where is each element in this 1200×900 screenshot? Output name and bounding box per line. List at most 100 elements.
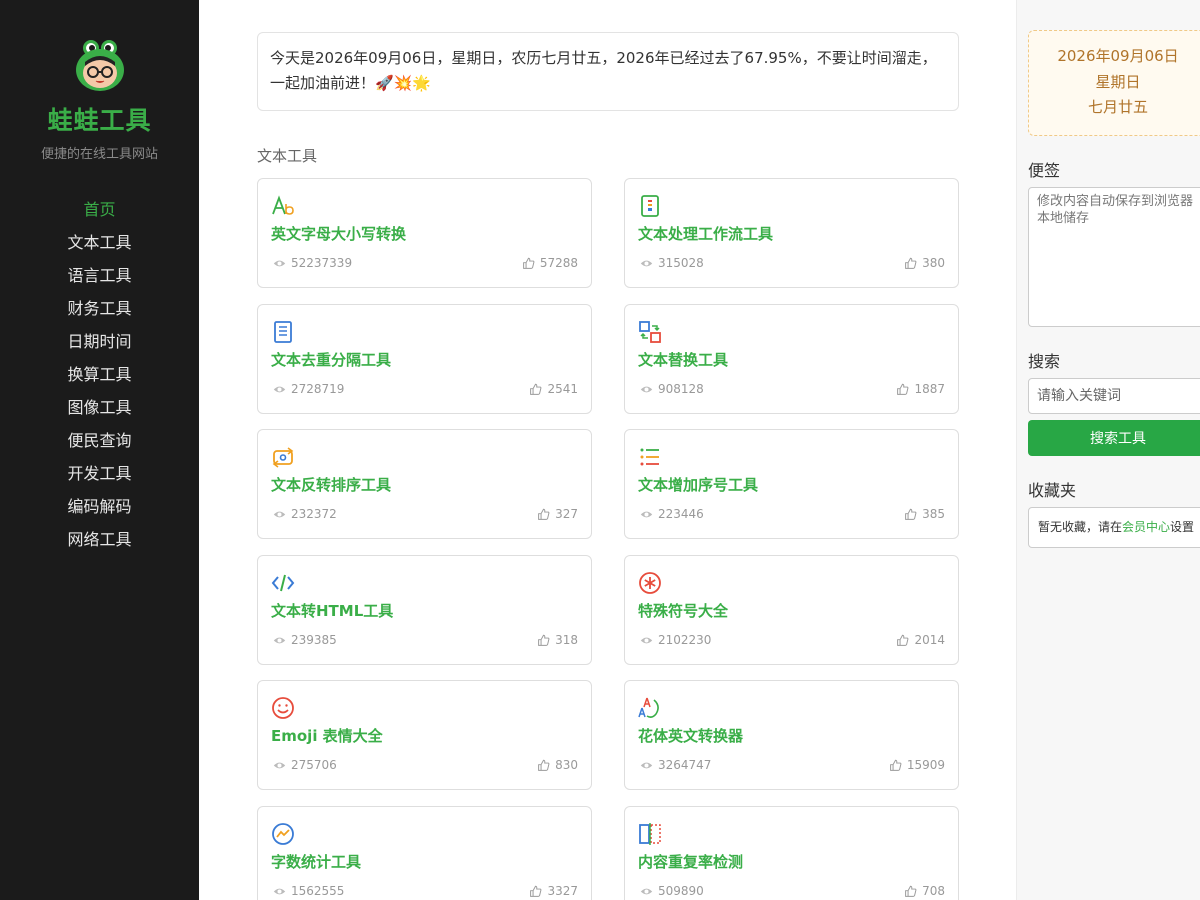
tool-name: 文本处理工作流工具: [638, 225, 774, 243]
eye-icon: [273, 511, 286, 517]
tool-card-special-symbols[interactable]: 特殊符号大全 2102230 2014: [624, 555, 959, 665]
tool-name: Emoji 表情大全: [271, 727, 383, 745]
replace-icon: [639, 321, 661, 343]
lunar-date-text: 七月廿五: [1087, 98, 1148, 116]
search-button[interactable]: 搜索工具: [1028, 420, 1200, 456]
tool-card-duplicate-check[interactable]: 内容重复率检测 509890 708: [624, 806, 959, 900]
search-input[interactable]: [1028, 378, 1200, 414]
site-title[interactable]: 蛙蛙工具: [0, 101, 199, 137]
tool-card-text-to-html[interactable]: 文本转HTML工具 239385 318: [257, 555, 592, 665]
site-subtitle: 便捷的在线工具网站: [40, 147, 158, 162]
like-count[interactable]: 385: [904, 507, 945, 521]
eye-icon: [640, 511, 653, 517]
tool-name: 花体英文转换器: [638, 727, 744, 745]
like-count-value: 15909: [906, 758, 945, 772]
like-count[interactable]: 15909: [889, 758, 945, 772]
tool-card-fancy-font[interactable]: 花体英文转换器 3264747 15909: [624, 680, 959, 790]
like-count-value: 318: [555, 633, 578, 647]
like-count-value: 327: [555, 507, 578, 521]
view-count-value: 275706: [291, 758, 337, 772]
tool-card-text-reverse[interactable]: 文本反转排序工具 232372 327: [257, 429, 592, 539]
like-count[interactable]: 318: [537, 633, 578, 647]
nav-item-image-tools[interactable]: 图像工具: [0, 395, 199, 428]
tool-card-text-dedupe[interactable]: 文本去重分隔工具 2728719 2541: [257, 304, 592, 414]
like-count[interactable]: 3327: [529, 884, 578, 898]
main-content: 今天是2026年09月06日，星期日，农历七月廿五，2026年已经过去了67.9…: [199, 0, 1016, 900]
view-count-value: 232372: [291, 507, 337, 521]
eye-icon: [640, 386, 653, 392]
fancy-font-icon: [638, 697, 659, 718]
thumbs-up-icon: [538, 508, 550, 520]
nav-item-conversion-tools[interactable]: 换算工具: [0, 362, 199, 395]
date-widget: 2026年09月06日 星期日 七月廿五: [1028, 30, 1200, 136]
weekday-text: 星期日: [1095, 72, 1141, 91]
nav-item-date-time[interactable]: 日期时间: [0, 329, 199, 362]
view-count-value: 3264747: [658, 758, 712, 772]
tool-card-text-replace[interactable]: 文本替换工具 908128 1887: [624, 304, 959, 414]
like-count[interactable]: 2014: [896, 633, 945, 647]
eye-icon: [273, 888, 286, 894]
tool-card-emoji[interactable]: Emoji 表情大全 275706 830: [257, 680, 592, 790]
thumbs-up-icon: [897, 634, 909, 646]
numbered-list-icon: [640, 448, 659, 466]
view-count: 223446: [640, 507, 704, 521]
smiley-icon: [272, 697, 294, 719]
view-count-value: 1562555: [291, 884, 345, 898]
document-icon: [274, 321, 292, 343]
eye-icon: [640, 888, 653, 894]
nav-item-public-query[interactable]: 便民查询: [0, 428, 199, 461]
view-count: 509890: [640, 884, 704, 898]
eye-icon: [640, 762, 653, 768]
tool-name: 文本反转排序工具: [271, 476, 392, 494]
tool-card-letter-case[interactable]: 英文字母大小写转换 52237339 57288: [257, 178, 592, 288]
like-count[interactable]: 327: [537, 507, 578, 521]
sidebar: 蛙蛙工具 便捷的在线工具网站 首页 文本工具 语言工具 财务工具 日期时间 换算…: [0, 0, 199, 900]
memo-textarea[interactable]: [1028, 187, 1200, 327]
chart-circle-icon: [272, 823, 294, 845]
nav-item-finance-tools[interactable]: 财务工具: [0, 296, 199, 329]
view-count-value: 509890: [658, 884, 704, 898]
like-count[interactable]: 830: [537, 758, 578, 772]
like-count[interactable]: 708: [904, 884, 945, 898]
tool-name: 英文字母大小写转换: [271, 225, 407, 243]
thumbs-up-icon: [905, 508, 917, 520]
memo-label: 便签: [1028, 161, 1061, 180]
asterisk-icon: [639, 572, 661, 594]
thumbs-up-icon: [889, 759, 902, 771]
tool-name: 文本增加序号工具: [638, 476, 759, 494]
search-label: 搜索: [1028, 352, 1061, 371]
sidebar-nav: 首页 文本工具 语言工具 财务工具 日期时间 换算工具 图像工具 便民查询 开发…: [0, 197, 199, 560]
like-count[interactable]: 1887: [896, 382, 945, 396]
eye-icon: [640, 260, 653, 266]
view-count: 1562555: [273, 884, 344, 898]
code-icon: [271, 574, 295, 592]
like-count-value: 830: [555, 758, 578, 772]
like-count[interactable]: 2541: [529, 382, 578, 396]
tool-card-text-numbering[interactable]: 文本增加序号工具 223446 385: [624, 429, 959, 539]
nav-item-encode-decode[interactable]: 编码解码: [0, 494, 199, 527]
view-count-value: 239385: [291, 633, 337, 647]
frog-logo-icon[interactable]: [74, 38, 126, 92]
favorites-box: 暂无收藏，请在会员中心设置: [1028, 507, 1200, 548]
view-count: 232372: [273, 507, 337, 521]
thumbs-up-icon: [905, 885, 917, 897]
right-panel: 2026年09月06日 星期日 七月廿五 便签 搜索 搜索工具 收藏夹 暂无收藏…: [1016, 0, 1200, 900]
view-count-value: 908128: [658, 382, 704, 396]
tool-name: 文本去重分隔工具: [271, 351, 392, 369]
like-count-value: 1887: [914, 382, 945, 396]
nav-item-dev-tools[interactable]: 开发工具: [0, 461, 199, 494]
like-count[interactable]: 57288: [522, 256, 578, 270]
section-title: 文本工具: [257, 147, 318, 165]
nav-item-home[interactable]: 首页: [0, 197, 199, 230]
member-center-link[interactable]: 会员中心: [1122, 520, 1170, 534]
like-count-value: 3327: [547, 884, 578, 898]
nav-item-text-tools[interactable]: 文本工具: [0, 230, 199, 263]
favorites-empty-text-suffix: 设置: [1170, 520, 1195, 534]
view-count: 2728719: [273, 382, 344, 396]
tool-card-text-workflow[interactable]: 文本处理工作流工具 315028 380: [624, 178, 959, 288]
tool-card-word-count[interactable]: 字数统计工具 1562555 3327: [257, 806, 592, 900]
nav-item-network-tools[interactable]: 网络工具: [0, 527, 199, 560]
like-count[interactable]: 380: [904, 256, 945, 270]
view-count: 908128: [640, 382, 704, 396]
nav-item-language-tools[interactable]: 语言工具: [0, 263, 199, 296]
